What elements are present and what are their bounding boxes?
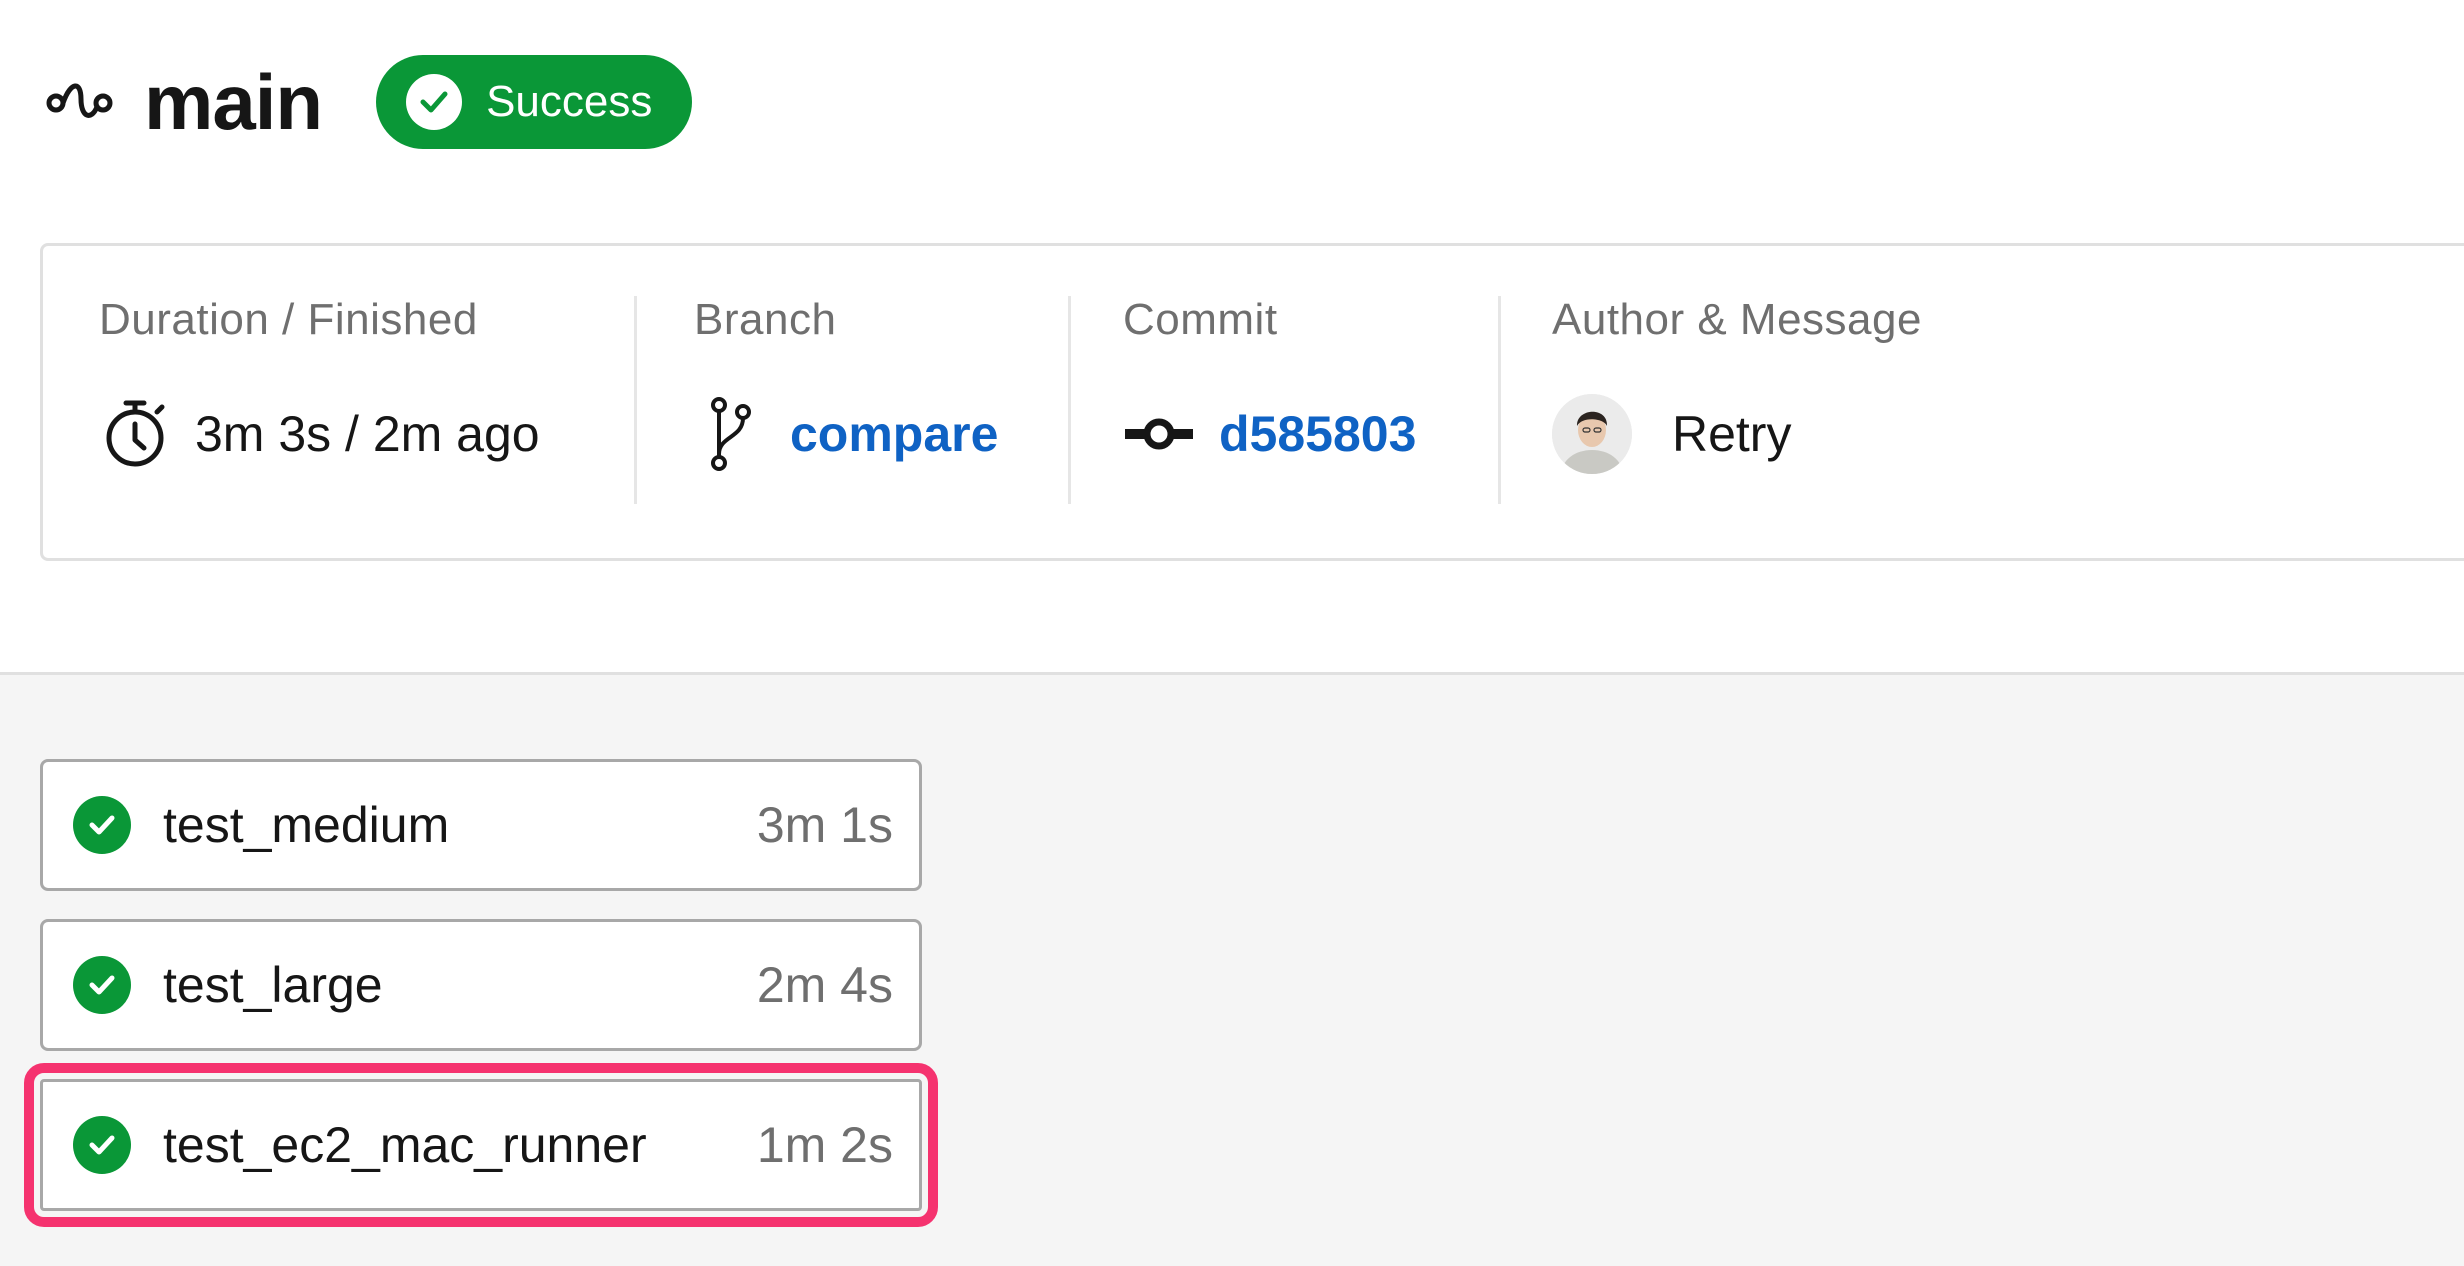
commit-icon xyxy=(1123,398,1195,470)
branch-section: Branch compare xyxy=(694,298,998,474)
timer-icon xyxy=(99,398,171,470)
divider xyxy=(1068,296,1071,504)
job-card[interactable]: test_medium 3m 1s xyxy=(40,759,922,891)
job-duration: 2m 4s xyxy=(756,957,893,1013)
success-check-icon xyxy=(73,956,131,1014)
commit-section: Commit d585803 xyxy=(1123,298,1416,474)
pipeline-info-card: Duration / Finished 3m 3s / 2m ago Branc… xyxy=(40,243,2464,561)
commit-label: Commit xyxy=(1123,295,1278,344)
job-duration: 1m 2s xyxy=(756,1117,893,1173)
status-badge: Success xyxy=(376,55,693,149)
jobs-area: test_medium 3m 1s test_large 2m 4s test_… xyxy=(0,672,2464,1266)
page-title: main xyxy=(144,58,323,146)
jobs-list: test_medium 3m 1s test_large 2m 4s test_… xyxy=(24,759,938,1239)
author-label: Author & Message xyxy=(1552,295,1922,344)
commit-link[interactable]: d585803 xyxy=(1219,409,1416,459)
branch-label: Branch xyxy=(694,295,837,344)
duration-label: Duration / Finished xyxy=(99,295,478,344)
success-check-icon xyxy=(73,796,131,854)
author-section: Author & Message Retry xyxy=(1552,298,1922,474)
check-circle-icon xyxy=(406,74,463,130)
job-name: test_medium xyxy=(163,797,450,853)
branch-icon xyxy=(694,397,766,471)
status-badge-label: Success xyxy=(486,77,653,126)
job-card-highlighted[interactable]: test_ec2_mac_runner 1m 2s xyxy=(24,1063,938,1227)
job-name: test_large xyxy=(163,957,383,1013)
branch-link[interactable]: compare xyxy=(790,409,998,459)
pipeline-header: main Success Duration / Finished 3m 3s /… xyxy=(0,0,2464,672)
commit-message: Retry xyxy=(1672,406,1792,462)
divider xyxy=(1498,296,1501,504)
duration-value: 3m 3s / 2m ago xyxy=(195,406,540,462)
duration-section: Duration / Finished 3m 3s / 2m ago xyxy=(99,298,540,474)
job-duration: 3m 1s xyxy=(756,797,893,853)
avatar[interactable] xyxy=(1552,394,1632,474)
title-row: main Success xyxy=(44,55,693,149)
job-name: test_ec2_mac_runner xyxy=(163,1117,647,1173)
pipeline-icon xyxy=(44,66,116,138)
success-check-icon xyxy=(73,1116,131,1174)
divider xyxy=(634,296,637,504)
job-card[interactable]: test_large 2m 4s xyxy=(40,919,922,1051)
